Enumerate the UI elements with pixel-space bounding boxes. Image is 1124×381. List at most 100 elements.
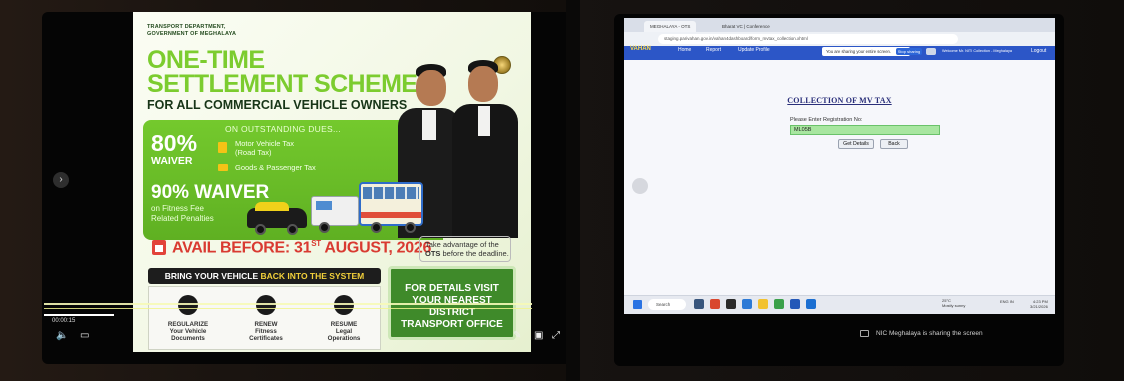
captions-icon[interactable]: ▭: [80, 330, 89, 341]
logout-link[interactable]: Logout: [1031, 48, 1046, 54]
poster-subtitle: FOR ALL COMMERCIAL VEHICLE OWNERS: [147, 98, 408, 112]
waiver-label: WAIVER: [151, 155, 193, 167]
wheel-icon: [405, 222, 416, 233]
video-time: 00:00:15: [52, 318, 76, 324]
volume-icon[interactable]: 🔈: [56, 330, 68, 341]
bring-highlight: BACK INTO THE SYSTEM: [260, 271, 365, 281]
system-clock[interactable]: 4:23 PM 3/21/2026: [1030, 299, 1048, 309]
nav-update-profile[interactable]: Update Profile: [738, 47, 770, 53]
page-scroll-indicator: [632, 178, 648, 194]
tab-meghalaya-ots[interactable]: MEGHALAYA - OTS: [644, 21, 697, 32]
truck-icon: [218, 164, 228, 171]
shared-screen: MEGHALAYA - OTS Bharat VC | Conference s…: [624, 18, 1055, 314]
terminal-icon[interactable]: [726, 299, 736, 309]
registration-label: Please Enter Registration No:: [790, 117, 863, 123]
wheel-icon: [255, 224, 266, 235]
avail-suffix: AUGUST, 2026: [320, 239, 432, 257]
miniplayer-icon[interactable]: ▣: [534, 330, 543, 341]
ots-note-line-2: before the deadline.: [440, 249, 509, 258]
avail-superscript: ST: [311, 239, 321, 248]
avail-before-deadline: AVAIL BEFORE: 31ST AUGUST, 2026: [172, 239, 431, 257]
folder-icon[interactable]: [758, 299, 768, 309]
chevron-right-icon[interactable]: ›: [53, 172, 69, 188]
document-icon: [178, 295, 198, 315]
weather-desc: Mostly sunny: [942, 303, 966, 308]
card-regularize-line-1: REGULARIZE: [167, 321, 209, 328]
bring-vehicle-banner: BRING YOUR VEHICLE BACK INTO THE SYSTEM: [148, 268, 381, 284]
details-line-2: YOUR NEAREST DISTRICT: [412, 295, 492, 318]
outstanding-dues-label: ON OUTSTANDING DUES...: [225, 124, 342, 134]
windows-start-icon[interactable]: [633, 300, 642, 309]
poster-title-line-2: SETTLEMENT SCHEME: [147, 70, 418, 98]
video-progress[interactable]: [44, 314, 114, 316]
details-line-3: TRANSPORT OFFICE: [401, 319, 503, 330]
calendar-icon: [152, 240, 166, 255]
nav-report[interactable]: Report: [706, 47, 721, 53]
goods-passenger-tax: Goods & Passenger Tax: [235, 163, 316, 172]
card-resume-line-2: Legal: [335, 328, 353, 335]
mv-tax-text: Motor Vehicle Tax (Road Tax): [235, 139, 294, 157]
hide-notice-button[interactable]: [926, 48, 936, 55]
tray-language[interactable]: ENG IN: [1000, 299, 1014, 304]
registration-input[interactable]: ML05B: [790, 125, 940, 135]
sharing-status: NIC Meghalaya is sharing the screen: [876, 330, 983, 337]
ots-note-line-1: Take advantage of the: [425, 240, 499, 249]
card-renew-text: RENEW Fitness Certificates: [231, 321, 301, 342]
dept-line-2: GOVERNMENT OF MEGHALAYA: [147, 30, 237, 37]
taskbar-search[interactable]: Search: [648, 299, 686, 310]
card-regularize-line-2: Your Vehicle: [169, 328, 207, 335]
word-icon[interactable]: [790, 299, 800, 309]
back-button[interactable]: Back: [880, 139, 908, 149]
nav-home[interactable]: Home: [678, 47, 691, 53]
fitness-line-2: Related Penalties: [151, 214, 214, 223]
fullscreen-icon[interactable]: ⤢: [552, 330, 560, 341]
photo-divider: [566, 0, 580, 381]
video-buffer-bar: [44, 308, 532, 309]
truck-illustration: [311, 196, 359, 226]
url-field[interactable]: staging.parivahan.gov.in/vahan4dashboard…: [658, 34, 958, 44]
dept-line-1: TRANSPORT DEPARTMENT,: [147, 24, 226, 30]
stop-sharing-button[interactable]: Stop sharing: [896, 48, 922, 55]
welcome-user: Welcome Mr. NITI Collection - Meghalaya: [942, 49, 1012, 53]
person-left-shirt: [422, 110, 436, 140]
card-resume-line-1: RESUME: [330, 321, 358, 328]
person-left-face: [416, 70, 446, 106]
outlook-icon[interactable]: [806, 299, 816, 309]
task-view-icon[interactable]: [694, 299, 704, 309]
person-right-shirt: [478, 106, 490, 136]
video-seek-bar[interactable]: [44, 303, 532, 305]
mv-tax-line-2: (Road Tax): [235, 148, 272, 157]
mv-tax-line-1: Motor Vehicle Tax: [235, 139, 295, 148]
road-tax-icon: [218, 142, 227, 153]
store-icon[interactable]: [774, 299, 784, 309]
screen-share-icon: [860, 330, 869, 337]
waiver-80-percent: 80%: [151, 130, 198, 156]
benefit-cards: REGULARIZE Your Vehicle Documents RENEW …: [148, 286, 381, 350]
weather-widget[interactable]: 25°C Mostly sunny: [942, 298, 965, 308]
bus-illustration: [359, 182, 423, 226]
card-renew-line-1: RENEW: [254, 321, 278, 328]
chrome-icon[interactable]: [710, 299, 720, 309]
car-icon: [256, 295, 276, 315]
windows-taskbar: [624, 295, 1055, 314]
card-resume-text: RESUME Legal Operations: [309, 321, 379, 342]
wheel-icon: [287, 224, 298, 235]
fitness-line-1: on Fitness Fee: [151, 204, 204, 213]
card-renew-line-3: Certificates: [249, 335, 283, 342]
get-details-button[interactable]: Get Details: [838, 139, 874, 149]
wheel-icon: [371, 222, 382, 233]
person-right-face: [468, 66, 498, 102]
ots-note: Take advantage of the OTS before the dea…: [425, 240, 509, 258]
edit-icon[interactable]: ✎: [513, 330, 521, 341]
card-regularize-text: REGULARIZE Your Vehicle Documents: [153, 321, 223, 342]
card-renew-line-2: Fitness: [255, 328, 277, 335]
edge-icon[interactable]: [742, 299, 752, 309]
fitness-penalty-text: on Fitness Fee Related Penalties: [151, 204, 214, 224]
vehicle-illustration: [241, 178, 431, 236]
poster-title-line-1: ONE-TIME: [147, 46, 265, 74]
tab-bharat-vc[interactable]: Bharat VC | Conference: [716, 21, 776, 32]
avail-prefix: AVAIL BEFORE: 31: [172, 239, 312, 257]
page-title: COLLECTION OF MV TAX: [787, 96, 892, 105]
department-label: TRANSPORT DEPARTMENT, GOVERNMENT OF MEGH…: [147, 24, 236, 37]
bring-prefix: BRING YOUR VEHICLE: [164, 271, 261, 281]
